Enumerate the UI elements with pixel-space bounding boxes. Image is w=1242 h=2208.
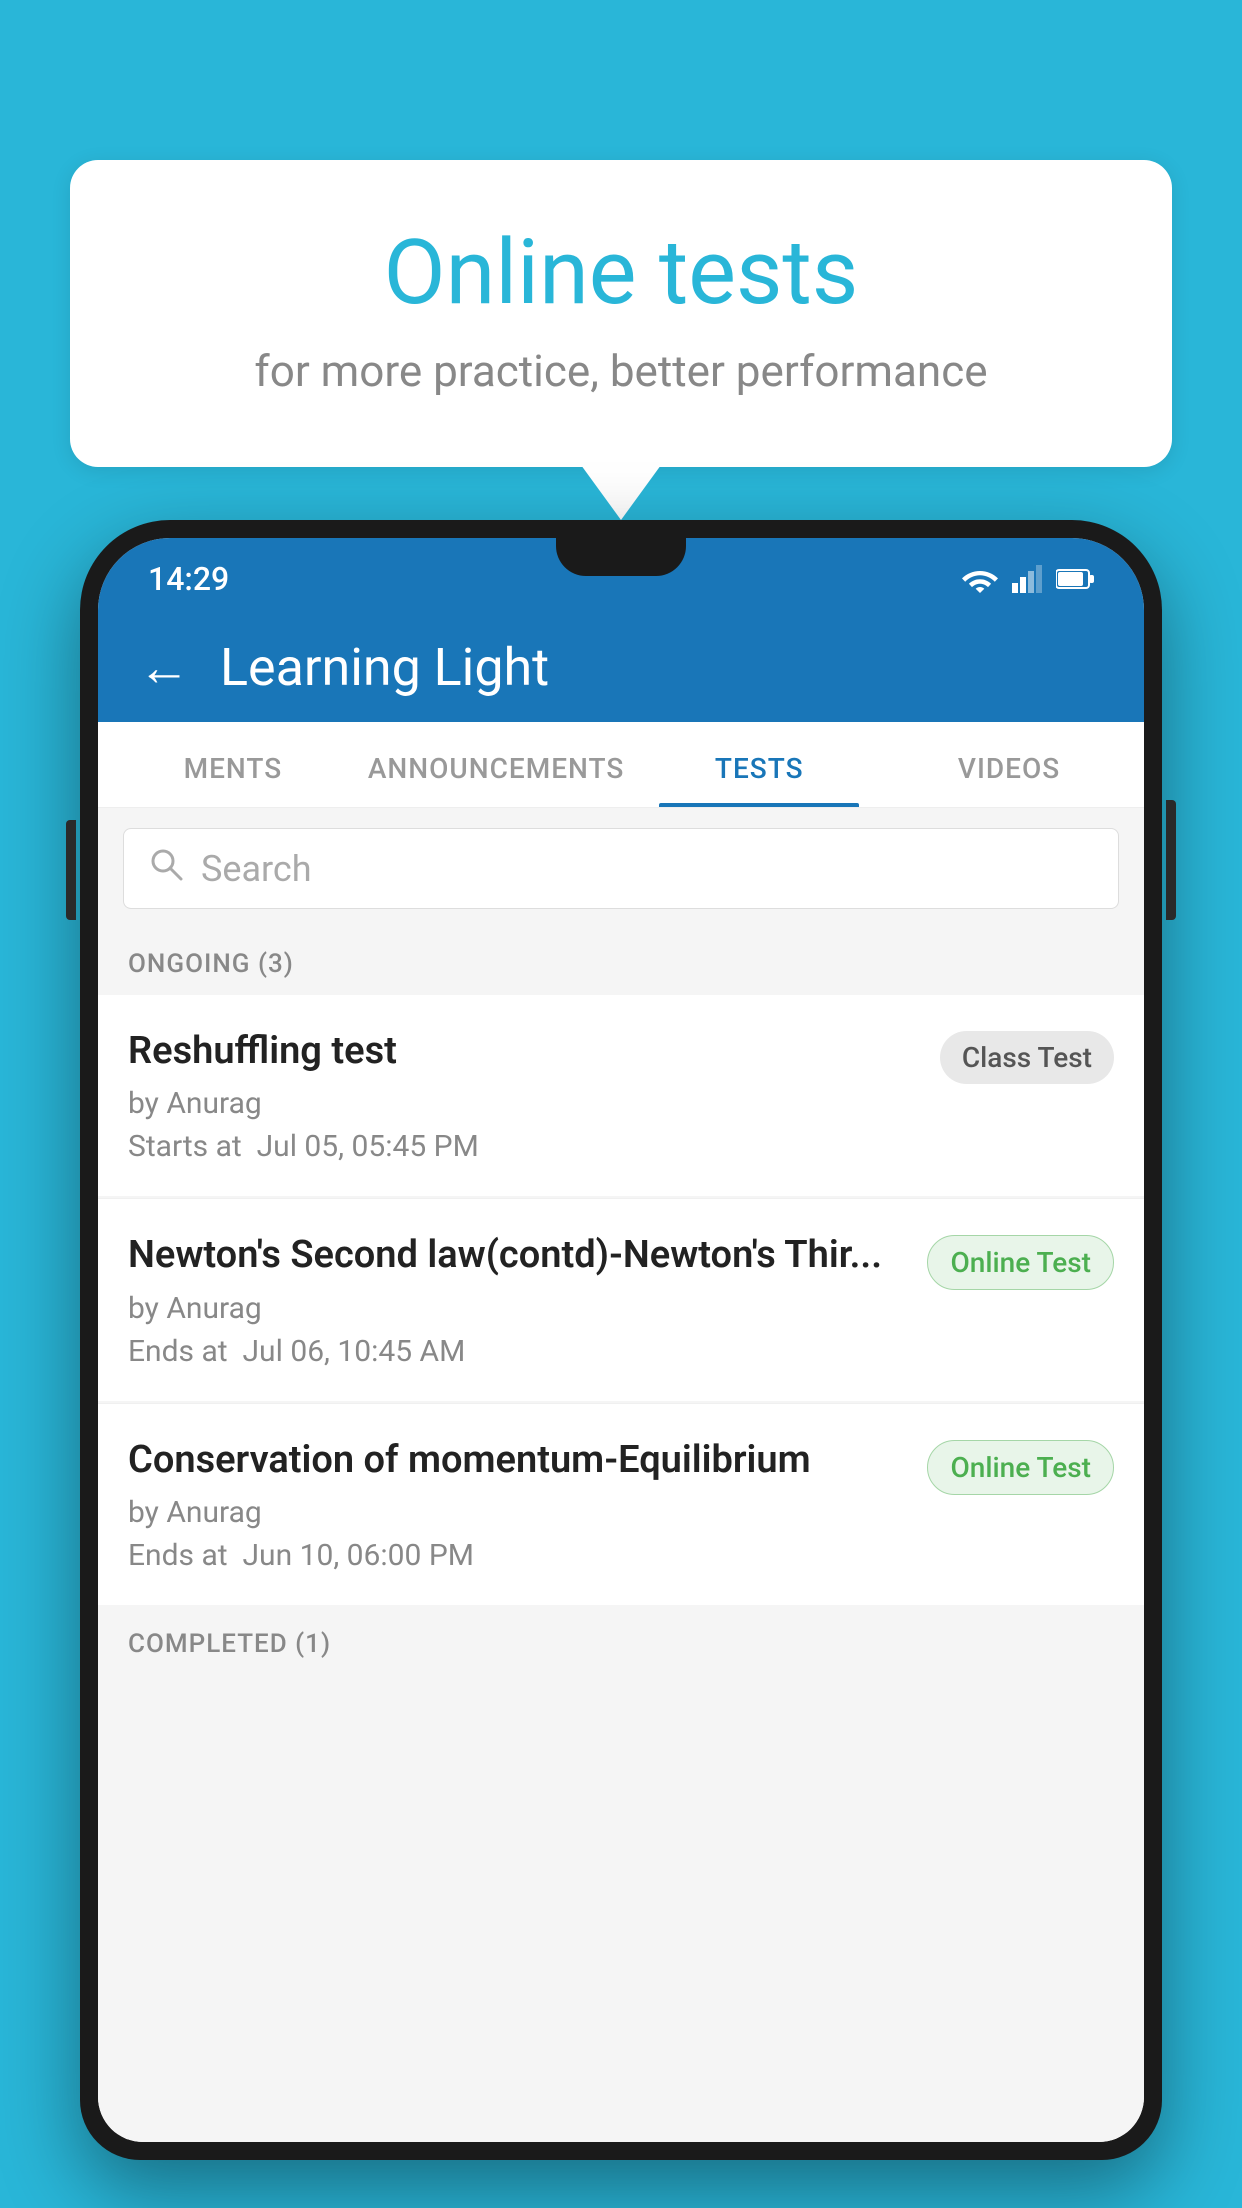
item-time: Ends at Jun 10, 06:00 PM	[128, 1538, 907, 1573]
search-box[interactable]: Search	[123, 828, 1119, 909]
item-time: Ends at Jul 06, 10:45 AM	[128, 1334, 907, 1369]
app-title: Learning Light	[220, 637, 549, 698]
time-label: Ends at	[128, 1334, 228, 1369]
badge-class-test: Class Test	[940, 1031, 1114, 1084]
ongoing-section-header: ONGOING (3)	[98, 929, 1144, 995]
badge-online-test-2: Online Test	[927, 1440, 1114, 1495]
status-icons	[962, 565, 1094, 593]
item-title: Newton's Second law(contd)-Newton's Thir…	[128, 1231, 907, 1280]
search-container: Search	[98, 808, 1144, 929]
time-value: Jul 05, 05:45 PM	[257, 1129, 479, 1164]
time-value: Jun 10, 06:00 PM	[243, 1538, 474, 1573]
item-by: by Anurag	[128, 1291, 907, 1326]
phone-screen: 14:29	[98, 538, 1144, 2142]
phone-notch	[556, 538, 686, 576]
status-time: 14:29	[148, 560, 229, 598]
list-item[interactable]: Reshuffling test by Anurag Starts at Jul…	[98, 995, 1144, 1196]
time-value: Jul 06, 10:45 AM	[243, 1334, 466, 1369]
list-item[interactable]: Newton's Second law(contd)-Newton's Thir…	[98, 1199, 1144, 1400]
back-button[interactable]: ←	[138, 637, 190, 698]
item-title: Reshuffling test	[128, 1027, 920, 1076]
time-label: Starts at	[128, 1129, 242, 1164]
tab-videos[interactable]: VIDEOS	[884, 722, 1134, 807]
item-by: by Anurag	[128, 1086, 920, 1121]
item-content: Reshuffling test by Anurag Starts at Jul…	[128, 1027, 940, 1164]
search-placeholder: Search	[201, 848, 312, 890]
tab-tests[interactable]: TESTS	[634, 722, 884, 807]
phone-container: 14:29	[80, 520, 1162, 2208]
speech-bubble-container: Online tests for more practice, better p…	[70, 160, 1172, 520]
battery-icon	[1056, 568, 1094, 590]
item-time: Starts at Jul 05, 05:45 PM	[128, 1129, 920, 1164]
time-label: Ends at	[128, 1538, 228, 1573]
speech-bubble-title: Online tests	[150, 220, 1092, 325]
speech-bubble-subtitle: for more practice, better performance	[150, 345, 1092, 397]
signal-icon	[1012, 565, 1042, 593]
item-content: Conservation of momentum-Equilibrium by …	[128, 1436, 927, 1573]
tab-ments[interactable]: MENTS	[108, 722, 358, 807]
item-title: Conservation of momentum-Equilibrium	[128, 1436, 907, 1485]
app-header: ← Learning Light	[98, 613, 1144, 722]
badge-online-test: Online Test	[927, 1235, 1114, 1290]
completed-section-header: COMPLETED (1)	[98, 1609, 1144, 1675]
list-item[interactable]: Conservation of momentum-Equilibrium by …	[98, 1404, 1144, 1605]
item-content: Newton's Second law(contd)-Newton's Thir…	[128, 1231, 927, 1368]
wifi-icon	[962, 565, 998, 593]
phone-frame: 14:29	[80, 520, 1162, 2160]
list-container: ONGOING (3) Reshuffling test by Anurag S…	[98, 929, 1144, 2142]
search-icon	[149, 847, 183, 890]
item-by: by Anurag	[128, 1495, 907, 1530]
tab-announcements[interactable]: ANNOUNCEMENTS	[358, 722, 634, 807]
speech-bubble: Online tests for more practice, better p…	[70, 160, 1172, 467]
speech-bubble-tail	[581, 465, 661, 520]
tabs-container: MENTS ANNOUNCEMENTS TESTS VIDEOS	[98, 722, 1144, 808]
